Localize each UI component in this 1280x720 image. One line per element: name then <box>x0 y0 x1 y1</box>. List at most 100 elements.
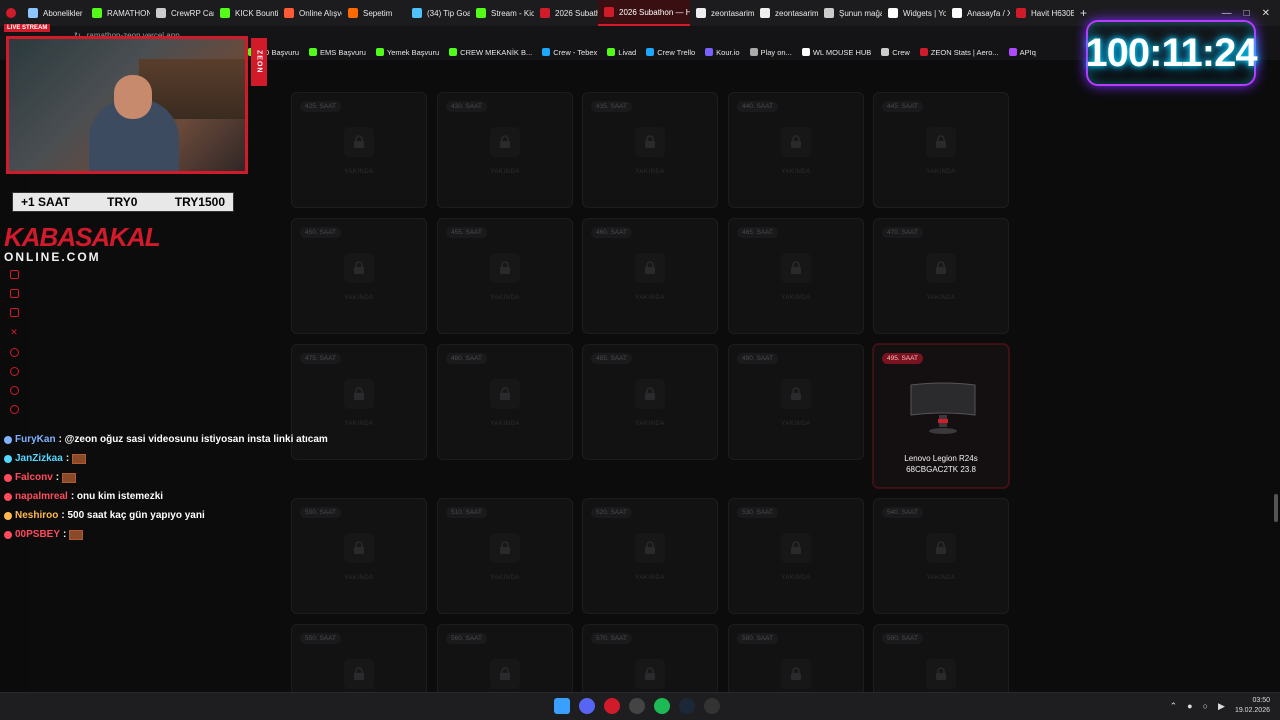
reward-card-locked[interactable]: 425. SAAT YAKINDA <box>291 92 427 208</box>
browser-tab[interactable]: Anasayfa / X <box>946 0 1010 26</box>
browser-menu[interactable] <box>0 0 22 26</box>
reward-card-locked[interactable]: 560. SAATYAKINDA <box>437 624 573 692</box>
browser-tab[interactable]: 2026 Subathon — Hed× <box>598 0 690 26</box>
clock[interactable]: 03:50 19.02.2026 <box>1235 696 1270 716</box>
chat-icon[interactable] <box>9 289 19 298</box>
lock-icon <box>926 533 956 563</box>
discord-icon[interactable] <box>579 698 595 714</box>
browser-tab[interactable]: 2026 Subath <box>534 0 598 26</box>
bookmark-item[interactable]: ZEON Stats | Aero... <box>919 48 999 57</box>
lock-icon <box>635 253 665 283</box>
bookmark-item[interactable]: Kour.io <box>705 48 740 57</box>
browser-tab[interactable]: Havit H630B <box>1010 0 1074 26</box>
reward-card-locked[interactable]: 470. SAAT YAKINDA <box>873 218 1009 334</box>
reward-card-locked[interactable]: 520. SAAT YAKINDA <box>582 498 718 614</box>
lock-icon <box>490 253 520 283</box>
reward-card-locked[interactable]: 485. SAAT YAKINDA <box>582 344 718 460</box>
start-icon[interactable] <box>554 698 570 714</box>
bookmark-item[interactable]: Crew <box>881 48 910 57</box>
settings-icon[interactable] <box>9 405 19 414</box>
bookmark-favicon-icon <box>705 48 714 56</box>
donation-goal: TRY1500 <box>174 195 225 209</box>
reward-card-locked[interactable]: 530. SAAT YAKINDA <box>728 498 864 614</box>
reward-card-locked[interactable]: 455. SAAT YAKINDA <box>437 218 573 334</box>
hour-badge: 465. SAAT <box>737 227 778 238</box>
reward-card-locked[interactable]: 430. SAAT YAKINDA <box>437 92 573 208</box>
scrollbar[interactable] <box>1274 494 1278 522</box>
mail-icon[interactable] <box>9 308 19 317</box>
wifi-icon[interactable]: ○ <box>1203 701 1208 711</box>
steam-icon[interactable] <box>679 698 695 714</box>
reward-card-locked[interactable]: 460. SAAT YAKINDA <box>582 218 718 334</box>
lock-icon <box>926 253 956 283</box>
browser-tab[interactable]: Online Alışve <box>278 0 342 26</box>
reward-card-locked[interactable]: 445. SAAT YAKINDA <box>873 92 1009 208</box>
bookmark-item[interactable]: Livad <box>607 48 636 57</box>
bookmark-item[interactable]: EMS Başvuru <box>309 48 366 57</box>
tab-favicon-icon <box>952 8 962 18</box>
browser-tab[interactable]: RAMATHON <box>86 0 150 26</box>
reward-card-locked[interactable]: 580. SAATYAKINDA <box>728 624 864 692</box>
tool-icon[interactable] <box>704 698 720 714</box>
reward-card-unlocked[interactable]: 495. SAAT Lenovo Legion R24s 68CBGAC2TK 23… <box>873 344 1009 488</box>
close-icon[interactable]: ✕ <box>1262 8 1270 19</box>
obs-icon[interactable] <box>629 698 645 714</box>
minimize-icon[interactable]: — <box>1222 8 1232 19</box>
locked-label: YAKINDA <box>781 295 811 301</box>
home-icon[interactable] <box>9 270 19 279</box>
browser-tab[interactable]: zeontasarim <box>754 0 818 26</box>
browser-tab[interactable]: zeontasarim <box>690 0 754 26</box>
browser-tab[interactable]: Abonelikler <box>22 0 86 26</box>
reward-card-locked[interactable]: 550. SAATYAKINDA <box>291 624 427 692</box>
browser-tab[interactable]: Stream - Kick <box>470 0 534 26</box>
new-tab-icon[interactable]: + <box>1074 6 1093 20</box>
reward-card-locked[interactable]: 590. SAATYAKINDA <box>873 624 1009 692</box>
reward-card-locked[interactable]: 440. SAAT YAKINDA <box>728 92 864 208</box>
tab-label: RAMATHON <box>107 8 150 18</box>
reward-card-locked[interactable]: 450. SAAT YAKINDA <box>291 218 427 334</box>
reward-card-locked[interactable]: 465. SAAT YAKINDA <box>728 218 864 334</box>
locked-label: YAKINDA <box>635 169 665 175</box>
locked-label: YAKINDA <box>926 169 956 175</box>
reward-card-locked[interactable]: 570. SAATYAKINDA <box>582 624 718 692</box>
bookmark-item[interactable]: CREW MEKANİK B... <box>449 48 532 57</box>
hour-badge: 480. SAAT <box>446 353 487 364</box>
bookmark-item[interactable]: Crew - Tebex <box>542 48 597 57</box>
maximize-icon[interactable]: □ <box>1244 8 1250 19</box>
browser-icon[interactable] <box>604 698 620 714</box>
clock-icon[interactable] <box>9 367 19 376</box>
browser-tab[interactable]: Şunun mağa <box>818 0 882 26</box>
bookmark-label: Crew <box>892 47 910 57</box>
reward-card-locked[interactable]: 510. SAAT YAKINDA <box>437 498 573 614</box>
locked-label: YAKINDA <box>344 575 374 581</box>
history-icon[interactable] <box>9 348 19 357</box>
tab-label: KICK Bountie <box>235 8 278 18</box>
reward-card-locked[interactable]: 480. SAAT YAKINDA <box>437 344 573 460</box>
reward-card-locked[interactable]: 540. SAAT YAKINDA <box>873 498 1009 614</box>
bookmark-favicon-icon <box>919 48 928 56</box>
volume-icon[interactable]: ▶ <box>1218 701 1225 712</box>
timer-value: 100:11:24 <box>1085 30 1257 75</box>
spotify-icon[interactable] <box>654 698 670 714</box>
bookmark-item[interactable]: Play on... <box>749 48 792 57</box>
chevron-up-icon[interactable]: ⌃ <box>1170 701 1178 712</box>
browser-tab[interactable]: KICK Bountie <box>214 0 278 26</box>
browser-tab[interactable]: Sepetim <box>342 0 406 26</box>
browser-tab[interactable]: CrewRP Car <box>150 0 214 26</box>
x-icon[interactable]: ✕ <box>10 327 18 338</box>
tab-label: Sepetim <box>363 8 393 18</box>
bookmark-item[interactable]: Yemek Başvuru <box>375 48 439 57</box>
reward-card-locked[interactable]: 435. SAAT YAKINDA <box>582 92 718 208</box>
mic-icon[interactable]: ● <box>1187 701 1192 711</box>
browser-tab[interactable]: (34) Tip Goa <box>406 0 470 26</box>
bookmark-item[interactable]: Crew Trello <box>646 48 695 57</box>
reward-card-locked[interactable]: 490. SAAT YAKINDA <box>728 344 864 460</box>
bookmark-item[interactable]: WL MOUSE HUB <box>801 48 871 57</box>
lock-icon <box>490 533 520 563</box>
refresh-icon[interactable] <box>9 386 19 395</box>
lock-icon <box>781 533 811 563</box>
system-tray: ⌃ ● ○ ▶ 03:50 19.02.2026 <box>1170 696 1270 716</box>
bookmark-item[interactable]: APIq <box>1008 48 1036 57</box>
browser-tab[interactable]: Widgets | Yo <box>882 0 946 26</box>
chat-overlay: FuryKan: @zeon oğuz sasi videosunu istiy… <box>0 430 360 544</box>
